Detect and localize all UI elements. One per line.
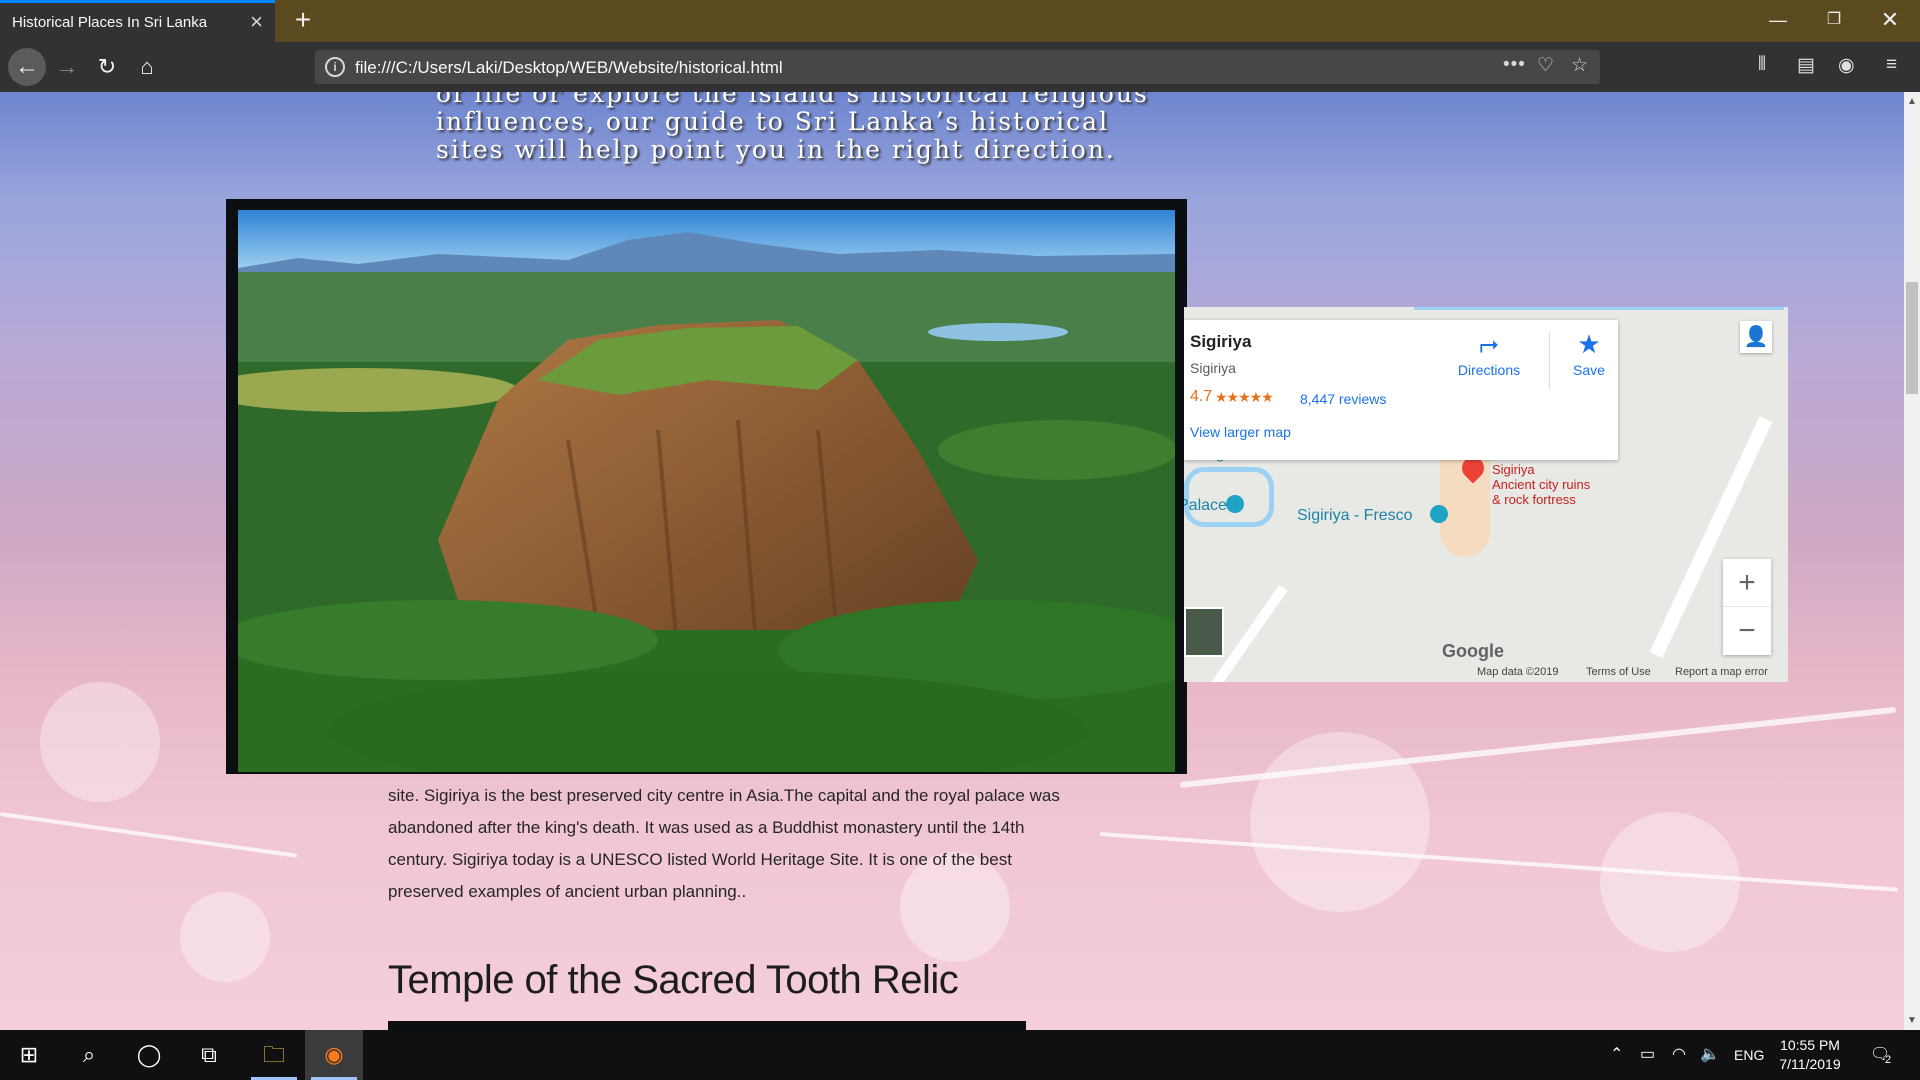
poi-sigiriya-fresco[interactable]: Sigiriya - Fresco [1297,507,1413,525]
bokeh-decoration [180,892,270,982]
save-button[interactable]: ★ Save [1559,330,1619,378]
place-info-card: Sigiriya Sigiriya 4.7 ★★★★★ 8,447 review… [1184,320,1618,460]
bokeh-decoration [40,682,160,802]
library-icon[interactable]: ⫴ [1758,54,1766,76]
poi-marker-icon[interactable] [1226,495,1244,513]
map-water [1414,307,1784,310]
place-subtitle: Sigiriya [1190,360,1236,376]
zoom-control: + − [1723,559,1771,655]
clock-date: 7/11/2019 [1779,1056,1841,1072]
menu-icon[interactable]: ≡ [1886,54,1897,76]
scrollbar-thumb[interactable] [1906,282,1918,394]
rating-stars-icon: ★★★★★ [1215,389,1274,405]
restore-icon[interactable]: ❐ [1806,0,1862,42]
light-streak [1179,706,1897,788]
poi-marker-icon[interactable] [1430,505,1448,523]
intro-paragraph: of life or explore the island’s historic… [436,92,1149,164]
show-hidden-icons[interactable]: ⌃ [1610,1030,1623,1080]
search-icon[interactable]: ⌕ [60,1030,118,1080]
light-streak [1099,832,1899,892]
wifi-icon[interactable]: ◠ [1672,1030,1686,1080]
start-windows-icon[interactable]: ⊞ [0,1030,58,1080]
tab-historical-places[interactable]: Historical Places In Sri Lanka × [0,0,275,42]
place-name: Sigiriya [1190,332,1252,351]
sigiriya-photo [238,210,1175,772]
pocket-icon[interactable]: ♡ [1537,54,1554,77]
report-map-error-link[interactable]: Report a map error [1675,666,1768,678]
tab-title: Historical Places In Sri Lanka [12,14,208,31]
battery-icon[interactable]: ▭ [1640,1030,1655,1080]
place-rating: 4.7 [1190,388,1213,405]
pin-label-title: Sigiriya [1492,462,1535,477]
zoom-in-icon[interactable]: + [1723,559,1771,607]
bokeh-decoration [1600,812,1740,952]
pin-label-line2: & rock fortress [1492,492,1576,507]
directions-icon: ⮣ [1479,330,1499,357]
url-text[interactable]: file:///C:/Users/Laki/Desktop/WEB/Websit… [355,58,783,78]
sigiriya-description: site. Sigiriya is the best preserved cit… [388,786,1060,901]
satellite-toggle-thumbnail[interactable] [1184,607,1224,657]
navigation-toolbar: ← → ↻ ⌂ i file:///C:/Users/Laki/Desktop/… [0,42,1920,92]
scroll-down-icon[interactable]: ▼ [1904,1015,1920,1026]
light-streak [0,812,298,858]
reload-icon[interactable]: ↻ [90,50,124,84]
zoom-out-icon[interactable]: − [1723,607,1771,655]
save-star-icon: ★ [1577,329,1601,359]
pin-label-line1: Ancient city ruins [1492,477,1591,492]
page-actions-icon[interactable]: ••• [1503,54,1526,76]
volume-icon[interactable]: 🔈 [1700,1030,1720,1080]
task-view-icon[interactable]: ⧉ [180,1030,238,1080]
page-content: of life or explore the island’s historic… [0,92,1904,1030]
google-logo: Google [1442,641,1504,661]
directions-button[interactable]: ⮣ Directions [1449,330,1529,378]
section-heading-temple: Temple of the Sacred Tooth Relic [388,958,959,1002]
tab-close-icon[interactable]: × [250,11,263,33]
site-info-icon[interactable]: i [325,57,345,77]
sigiriya-photo-frame [226,199,1187,774]
bookmark-star-icon[interactable]: ☆ [1571,54,1588,77]
address-bar[interactable]: i file:///C:/Users/Laki/Desktop/WEB/Webs… [315,50,1600,84]
cortana-icon[interactable]: ◯ [120,1030,178,1080]
firefox-icon[interactable]: ◉ [305,1030,363,1080]
map-data-text: Map data ©2019 [1477,666,1559,678]
sidebar-icon[interactable]: ▤ [1797,54,1815,77]
windows-taskbar: ⊞ ⌕ ◯ ⧉ 🗀 ◉ ⌃ ▭ ◠ 🔈 ENG 10:55 PM 7/11/20… [0,1030,1920,1080]
reviews-link[interactable]: 8,447 reviews [1300,391,1386,407]
next-photo-frame [388,1021,1026,1030]
google-map-embed[interactable]: Octagonal Pond Palace Sigiriya - Fresco … [1184,307,1788,682]
new-tab-icon[interactable]: + [287,4,319,36]
window-close-icon[interactable]: ✕ [1862,0,1918,42]
scroll-up-icon[interactable]: ▲ [1904,96,1920,107]
card-divider [1549,332,1550,390]
save-label: Save [1573,362,1605,378]
clock-time: 10:55 PM [1780,1037,1840,1053]
back-arrow-icon[interactable]: ← [8,48,46,86]
directions-label: Directions [1457,362,1521,378]
clock[interactable]: 10:55 PM 7/11/2019 [1760,1036,1860,1074]
file-explorer-icon[interactable]: 🗀 [245,1030,303,1080]
title-bar: Historical Places In Sri Lanka × + — ❐ ✕ [0,0,1920,42]
page-scrollbar[interactable]: ▲ ▼ [1904,92,1920,1030]
account-icon[interactable]: ◉ [1838,54,1855,77]
minimize-icon[interactable]: — [1750,0,1806,42]
terms-of-use-link[interactable]: Terms of Use [1586,666,1651,678]
sign-in-account-icon[interactable]: 👤 [1740,321,1772,353]
home-icon[interactable]: ⌂ [130,50,164,84]
poi-palace[interactable]: Palace [1184,497,1227,515]
view-larger-map-link[interactable]: View larger map [1190,424,1291,440]
forward-arrow-icon[interactable]: → [50,50,84,84]
sigiriya-rock-illustration [238,210,1175,772]
notification-count: 2 [1885,1054,1892,1066]
